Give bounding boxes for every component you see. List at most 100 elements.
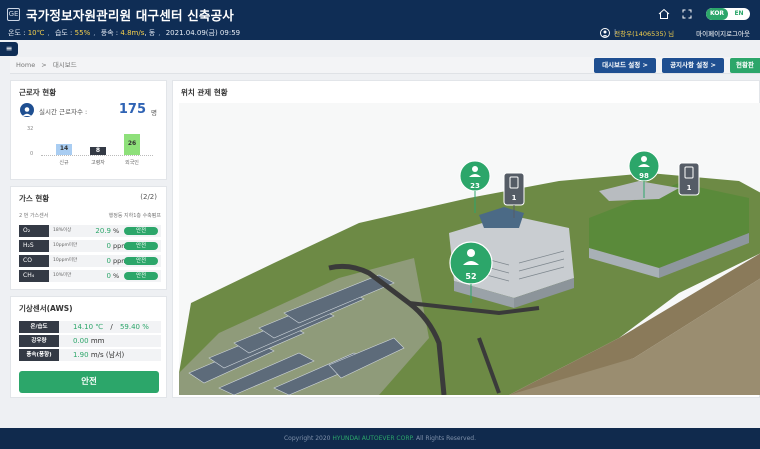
- chart-axis-max: 32: [27, 126, 34, 132]
- gas-name: O₂: [19, 225, 49, 237]
- home-icon[interactable]: [658, 8, 670, 20]
- aws-temp-humidity-label: 온/습도: [19, 321, 59, 333]
- worker-pin-count: 98: [639, 172, 649, 180]
- wind-value: 4.8m/s: [120, 29, 145, 37]
- copyright-suffix: All Rights Reserved.: [416, 435, 477, 442]
- worker-bar-label-0: 신규: [59, 160, 69, 166]
- lang-en-button[interactable]: EN: [728, 8, 750, 20]
- copyright-brand[interactable]: HYUNDAI AUTOEVER CORP.: [332, 435, 414, 442]
- gas-status-badge: 안전: [124, 227, 158, 235]
- device-pin-1b: 1: [678, 162, 700, 196]
- gas-location-label: 행정등 지하1층 수축펌프: [108, 213, 161, 219]
- gas-row: O₂ 18%이상 20.9% 안전: [19, 225, 161, 237]
- breadcrumb-home[interactable]: Home: [16, 61, 35, 69]
- gas-card: 가스 현황 (2/2) 2 번 가스센서 행정등 지하1층 수축펌프 O₂ 18%…: [10, 186, 167, 290]
- humidity-value: 55%: [74, 29, 91, 37]
- status-board-button[interactable]: 현황판: [730, 58, 760, 73]
- aws-temp-humidity-value: 14.10 ℃ / 59.40 %: [73, 321, 149, 333]
- temp-label: 온도 :: [8, 29, 26, 37]
- wind-direction: , 동: [144, 29, 156, 37]
- fullscreen-icon[interactable]: [682, 9, 692, 19]
- sidebar-toggle-button[interactable]: ≡: [0, 42, 18, 56]
- gas-standard: 10ppm미만: [53, 258, 78, 263]
- aws-rainfall-unit: mm: [90, 337, 105, 345]
- notice-settings-button[interactable]: 공지사항 설정 >: [662, 58, 724, 73]
- gas-status-badge: 안전: [124, 257, 158, 265]
- gas-sensor-label: 2 번 가스센서: [19, 213, 49, 219]
- aws-row-rainfall: 강우량 0.00 mm: [19, 335, 161, 347]
- aws-wind-unit: m/s (남서): [90, 351, 125, 359]
- gas-sensor-info: 2 번 가스센서 행정등 지하1층 수축펌프: [19, 212, 161, 219]
- footer: Copyright 2020 HYUNDAI AUTOEVER CORP. Al…: [0, 428, 760, 449]
- worker-bar-label-1: 고령자: [91, 160, 105, 166]
- gas-row: H₂S 10ppm미만 0 ppm 안전: [19, 240, 161, 252]
- aws-row-wind: 풍속(풍향) 1.90 m/s (남서): [19, 349, 161, 361]
- logout-link[interactable]: 로그아웃: [726, 28, 750, 38]
- gas-status-badge: 안전: [124, 272, 158, 280]
- gas-standard: 10ppm미만: [53, 243, 78, 248]
- humidity-label: 습도 :: [54, 29, 73, 37]
- gas-name: CH₄: [19, 270, 49, 282]
- aws-wind-number: 1.90: [73, 351, 89, 359]
- site-title[interactable]: 국가정보자원관리원 대구센터 신축공사: [26, 5, 234, 24]
- aws-rainfall-label: 강우량: [19, 335, 59, 347]
- page-actions: 대시보드 설정 > 공지사항 설정 > 현황판: [588, 58, 760, 73]
- current-datetime: 2021.04.09(금) 09:59: [165, 29, 241, 37]
- gas-status-badge: 안전: [124, 242, 158, 250]
- realtime-workers-count: 175: [118, 102, 146, 117]
- gas-row: CH₄ 10%미만 0% 안전: [19, 270, 161, 282]
- workers-title: 근로자 현황: [19, 88, 57, 97]
- aws-row-temp-humidity: 온/습도 14.10 ℃ / 59.40 %: [19, 321, 161, 333]
- breadcrumb-current: 대시보드: [52, 61, 77, 69]
- gas-name: CO: [19, 255, 49, 267]
- wind-label: 풍속 :: [100, 29, 119, 37]
- gas-standard: 10%미만: [53, 273, 72, 278]
- temp-value: 10℃: [27, 29, 45, 37]
- aws-humidity-value: 59.40 %: [119, 323, 149, 331]
- gas-value: 0: [106, 257, 111, 265]
- site-logo[interactable]: GE: [7, 7, 20, 21]
- header-actions: KOR EN: [658, 8, 750, 20]
- gas-name: H₂S: [19, 240, 49, 252]
- language-toggle: KOR EN: [706, 8, 750, 20]
- realtime-workers-unit: 명: [151, 109, 157, 117]
- worker-bar-0: 14: [56, 143, 72, 155]
- lang-kor-button[interactable]: KOR: [706, 8, 728, 20]
- aws-rainfall-value: 0.00 mm: [73, 335, 104, 347]
- chart-axis-min: 0: [30, 151, 34, 157]
- safety-status-button[interactable]: 안전: [19, 371, 159, 393]
- chart-baseline: [41, 155, 153, 156]
- gas-standard: 18%이상: [53, 228, 72, 233]
- aws-wind-value: 1.90 m/s (남서): [73, 349, 124, 361]
- worker-pin-count: 52: [465, 272, 476, 281]
- aws-wind-label: 풍속(풍향): [19, 349, 59, 361]
- aws-temp-humidity-separator: /: [110, 323, 113, 331]
- site-3d-map[interactable]: 23 1 98 1 52: [179, 103, 760, 395]
- user-name: 전창우(1406535) 님: [614, 30, 675, 38]
- realtime-workers-label: 실시간 근로자수 :: [39, 108, 88, 116]
- location-map-card: 위치 관제 현황 23 1 98 1 52: [172, 80, 760, 398]
- worker-pin-count: 23: [470, 182, 480, 190]
- aws-rainfall-number: 0.00: [73, 337, 89, 345]
- aws-title: 기상센서(AWS): [19, 304, 73, 313]
- worker-bar-1: 8: [90, 147, 106, 155]
- title-group: GE 국가정보자원관리원 대구센터 신축공사: [7, 4, 234, 24]
- gas-unit: %: [113, 272, 120, 280]
- mypage-link[interactable]: 마이페이지: [696, 28, 726, 38]
- aws-card: 기상센서(AWS) 온/습도 14.10 ℃ / 59.40 % 강우량 0.0…: [10, 296, 167, 398]
- gas-row: CO 10ppm미만 0 ppm 안전: [19, 255, 161, 267]
- dashboard-settings-button[interactable]: 대시보드 설정 >: [594, 58, 656, 73]
- workers-card: 근로자 현황 실시간 근로자수 : 175 명 32 0 14 신규 8 고령자 26 외…: [10, 80, 167, 180]
- aws-temp-value: 14.10 ℃: [73, 323, 104, 331]
- breadcrumb-separator: >: [41, 61, 47, 69]
- weather-bar: 온도 : 10℃, 습도 : 55%, 풍속 : 4.8m/s, 동, 2021…: [8, 29, 241, 37]
- copyright-prefix: Copyright 2020: [283, 435, 331, 442]
- top-header: GE 국가정보자원관리원 대구센터 신축공사 온도 : 10℃, 습도 : 55…: [0, 0, 760, 40]
- device-pin-count: 1: [512, 194, 517, 202]
- device-pin-count: 1: [687, 184, 692, 192]
- gas-title: 가스 현황: [19, 194, 50, 203]
- gas-page-indicator[interactable]: (2/2): [140, 193, 157, 201]
- user-bar: 전창우(1406535) 님 마이페이지 | 로그아웃: [600, 28, 750, 38]
- map-title: 위치 관제 현황: [181, 88, 228, 97]
- gas-value: 0: [106, 242, 111, 250]
